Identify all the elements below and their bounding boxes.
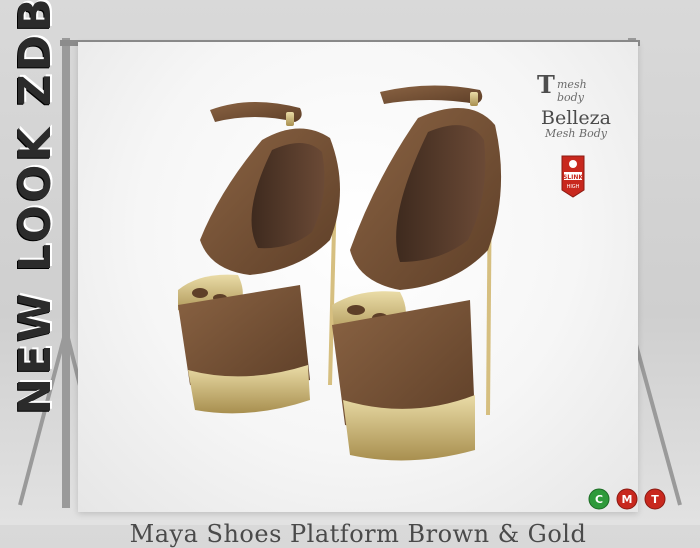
tmesh-text: mesh body: [557, 78, 587, 104]
copy-letter: C: [595, 493, 603, 506]
slink-logo: SLINK HIGH: [561, 155, 585, 198]
belleza-mesh-body-logo: Belleza Mesh Body: [536, 108, 616, 150]
tmesh-body-logo: T mesh body: [537, 70, 617, 104]
right-ankle-strap: [380, 85, 483, 104]
modify-icon: M: [616, 488, 638, 510]
left-shoe: [178, 101, 340, 414]
product-poster: Maya Shoes Platform Brown & Gold NEW LOO…: [0, 0, 700, 548]
transfer-icon: T: [644, 488, 666, 510]
tmesh-mark: T: [537, 70, 555, 99]
permission-icons: C M T: [588, 488, 668, 512]
modify-letter: M: [622, 493, 633, 506]
right-shoe: [332, 85, 502, 461]
copy-icon: C: [588, 488, 610, 510]
belleza-title: Belleza: [541, 107, 611, 129]
belleza-subtitle: Mesh Body: [545, 127, 607, 140]
slink-subtext: HIGH: [567, 184, 580, 190]
transfer-letter: T: [651, 493, 659, 506]
slink-text: SLINK: [563, 174, 583, 181]
